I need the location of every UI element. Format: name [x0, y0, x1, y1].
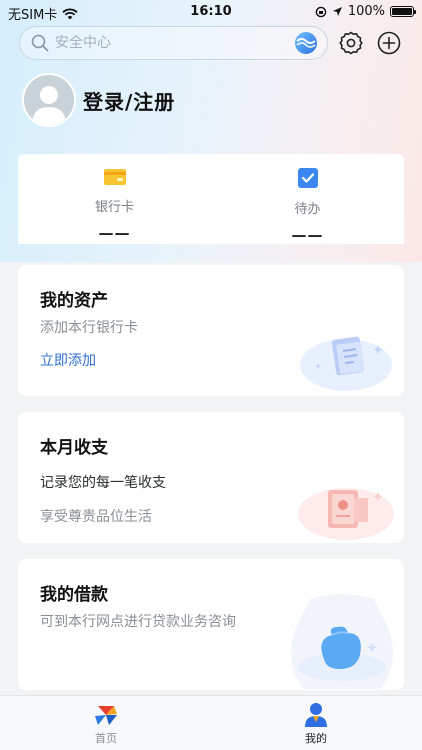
quick-item-value: —— [291, 226, 324, 244]
add-plus-icon[interactable] [376, 30, 402, 56]
card-line-1: 记录您的每一笔收支 [40, 475, 166, 491]
location-icon [332, 7, 342, 16]
profile-section[interactable]: 登录/注册 [22, 73, 175, 127]
bank-card-icon [103, 169, 126, 185]
search-bar[interactable] [19, 26, 328, 60]
tab-label: 首页 [95, 732, 117, 745]
quick-item-value: —— [98, 224, 131, 242]
card-subtitle: 添加本行银行卡 [40, 320, 138, 336]
settings-gear-icon[interactable] [338, 30, 364, 56]
card-title: 我的借款 [40, 585, 108, 605]
quick-item-label: 银行卡 [94, 200, 134, 215]
tab-bar: 首页 我的 [0, 695, 422, 750]
home-logo-icon [95, 706, 117, 725]
money-bag-illustration-icon [290, 594, 394, 689]
card-title: 我的资产 [40, 291, 108, 311]
my-loan-card[interactable]: 我的借款 可到本行网点进行贷款业务咨询 [18, 559, 404, 690]
quick-access-card: 银行卡 —— 待办 —— [18, 154, 404, 244]
tab-mine[interactable]: 我的 [266, 696, 366, 750]
card-title: 本月收支 [40, 438, 108, 458]
add-now-link[interactable]: 立即添加 [40, 350, 96, 370]
card-subtitle: 可到本行网点进行贷款业务咨询 [40, 614, 236, 630]
bill-illustration-icon [298, 488, 394, 540]
battery-percent: 100% [347, 4, 385, 19]
search-icon [31, 34, 49, 52]
my-assets-card[interactable]: 我的资产 添加本行银行卡 立即添加 [18, 265, 404, 396]
battery-icon [390, 6, 416, 17]
quick-item-bank-card[interactable]: 银行卡 —— [18, 154, 211, 244]
document-illustration-icon [300, 336, 392, 391]
monthly-income-expense-card[interactable]: 本月收支 记录您的每一笔收支 享受尊贵品位生活 [18, 412, 404, 543]
search-input[interactable] [55, 35, 293, 51]
avatar[interactable] [22, 73, 76, 127]
user-profile-icon [305, 703, 327, 727]
battery-fill [392, 8, 412, 15]
login-register-link[interactable]: 登录/注册 [83, 86, 175, 115]
default-avatar-icon [24, 75, 74, 125]
tab-home[interactable]: 首页 [56, 696, 156, 750]
quick-item-todo[interactable]: 待办 —— [211, 154, 404, 244]
card-line-2: 享受尊贵品位生活 [40, 509, 152, 525]
tab-label: 我的 [305, 732, 327, 745]
orientation-lock-icon [315, 6, 327, 17]
todo-check-icon [297, 168, 318, 188]
quick-item-label: 待办 [294, 202, 321, 217]
voice-assistant-icon[interactable] [293, 30, 319, 56]
status-bar: 无SIM卡 16:10 100% [0, 0, 422, 24]
